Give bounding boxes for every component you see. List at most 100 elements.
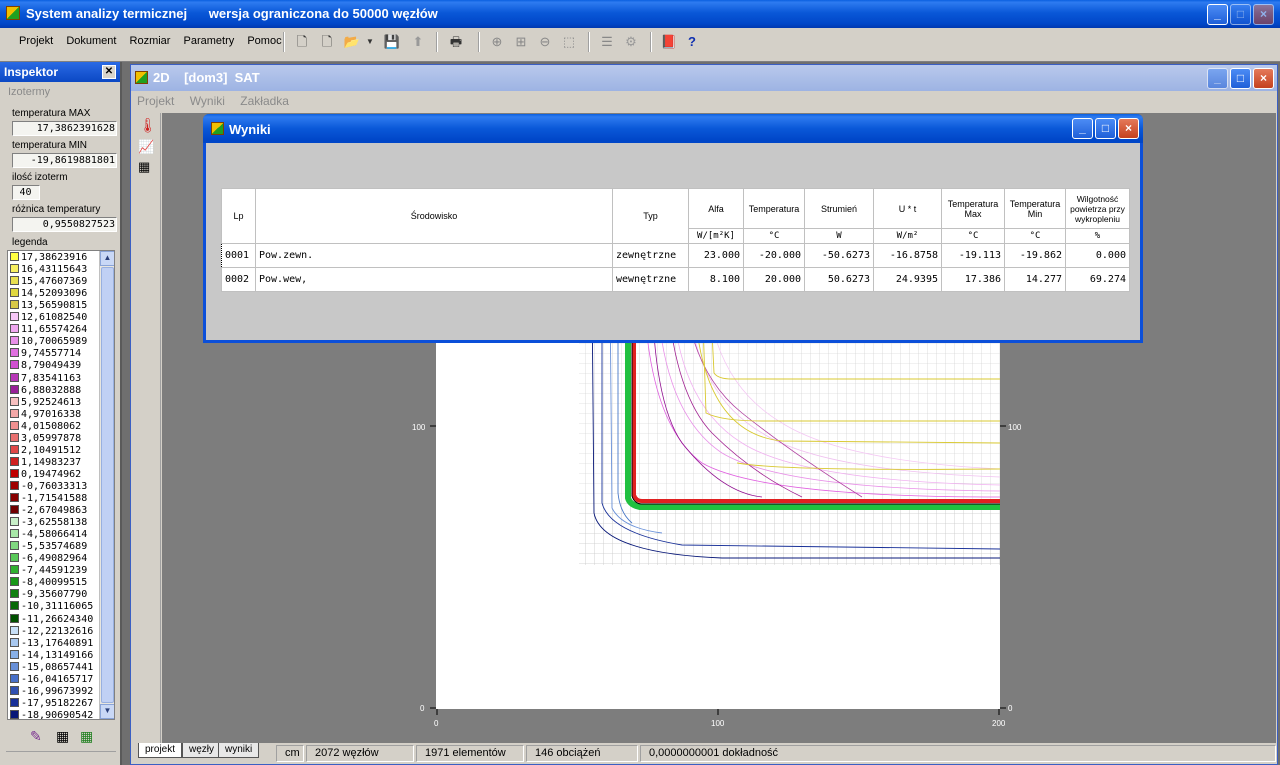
legend-item: -6,49082964	[10, 553, 87, 566]
legend-value: 12,61082540	[21, 312, 88, 324]
legend-item: -5,53574689	[10, 541, 87, 554]
zoom-out-icon[interactable]: ⊖	[535, 32, 555, 52]
legend-item: 12,61082540	[10, 312, 87, 325]
legend-item: -3,62558138	[10, 517, 87, 530]
status-loads: 146 obciążeń	[526, 745, 638, 762]
grid-color-icon[interactable]: ▦	[80, 728, 93, 745]
cell-lp[interactable]: 0002	[221, 267, 256, 292]
help-book-icon[interactable]: 📕	[659, 32, 679, 52]
list-icon[interactable]: ☰	[597, 32, 617, 52]
side-toolbar: 🌡 📈 ▦	[133, 113, 161, 743]
legend-value: 9,74557714	[21, 348, 82, 360]
menu-dokument[interactable]: Dokument	[66, 35, 116, 47]
toolbar-separator	[478, 32, 480, 52]
table-icon[interactable]: ▦	[138, 159, 150, 175]
document-icon	[135, 71, 148, 84]
legend-item: 5,92524613	[10, 396, 81, 410]
tab-wyniki[interactable]: wyniki	[218, 743, 260, 758]
new-2d-icon[interactable]: 🗋	[292, 32, 312, 52]
thermometer-icon[interactable]: 🌡	[139, 117, 157, 134]
chart-icon[interactable]: 📈	[138, 139, 154, 155]
inspector-close-button[interactable]: ✕	[102, 65, 116, 79]
scroll-thumb[interactable]	[101, 267, 114, 703]
cell-srodowisko[interactable]: Pow.zewn.	[255, 243, 613, 268]
export-icon[interactable]: ⬆	[408, 32, 428, 52]
cell-alfa[interactable]: 8.100	[688, 267, 744, 292]
unit-wilgotnosc: %	[1065, 228, 1130, 244]
scroll-up-icon[interactable]: ▲	[100, 251, 114, 266]
zoom-window-icon[interactable]: ⊞	[511, 32, 531, 52]
results-table: Lp Środowisko Typ Alfa Temperatura Strum…	[221, 188, 1130, 292]
save-icon[interactable]: 💾	[382, 32, 402, 52]
new-3d-icon[interactable]: 🗋	[317, 32, 337, 52]
wyniki-close-button[interactable]: ×	[1118, 118, 1139, 139]
cell-typ[interactable]: wewnętrzne	[612, 267, 689, 292]
legend-scrollbar[interactable]: ▲ ▼	[99, 251, 114, 719]
doc-maximize-button[interactable]: □	[1230, 68, 1251, 89]
status-units: cm	[276, 745, 304, 762]
main-minimize-button[interactable]: _	[1207, 4, 1228, 25]
zoom-in-icon[interactable]: ⊕	[487, 32, 507, 52]
col-temp-max: Temperatura Max	[941, 188, 1005, 229]
cell-strumien[interactable]: 50.6273	[804, 267, 874, 292]
cell-strumien[interactable]: -50.6273	[804, 243, 874, 268]
main-close-button[interactable]: ×	[1253, 4, 1274, 25]
col-wilgotnosc: Wilgotność powietrza przy wykropleniu	[1065, 188, 1130, 229]
grid-icon[interactable]: ▦	[56, 728, 69, 745]
cell-wilgotnosc[interactable]: 0.000	[1065, 243, 1130, 268]
doc-menu-wyniki[interactable]: Wyniki	[190, 94, 225, 108]
legend-item: 14,52093096	[10, 288, 87, 301]
menu-rozmiar[interactable]: Rozmiar	[130, 35, 171, 47]
menu-parametry[interactable]: Parametry	[184, 35, 235, 47]
doc-close-button[interactable]: ×	[1253, 68, 1274, 89]
legend-value: 4,97016338	[21, 408, 82, 420]
table-row[interactable]: 0001 Pow.zewn. zewnętrzne 23.000 -20.000…	[221, 243, 1130, 268]
cell-alfa[interactable]: 23.000	[688, 243, 744, 268]
doc-minimize-button[interactable]: _	[1207, 68, 1228, 89]
legend-value: -11,26624340	[21, 613, 94, 625]
wyniki-minimize-button[interactable]: _	[1072, 118, 1093, 139]
isotherm-count-field[interactable]: 40	[12, 185, 40, 200]
legend-item: 9,74557714	[10, 348, 81, 361]
main-maximize-button[interactable]: □	[1230, 4, 1251, 25]
doc-menu-projekt[interactable]: Projekt	[137, 94, 174, 108]
cell-wilgotnosc[interactable]: 69.274	[1065, 267, 1130, 292]
cell-typ[interactable]: zewnętrzne	[612, 243, 689, 268]
menu-pomoc[interactable]: Pomoc	[247, 35, 281, 47]
cell-ut[interactable]: 24.9395	[873, 267, 942, 292]
legend-swatch	[10, 577, 19, 587]
cell-temperatura[interactable]: -20.000	[743, 243, 805, 268]
legend-value: 4,01508062	[21, 420, 82, 432]
tab-projekt[interactable]: projekt	[138, 743, 183, 758]
table-row[interactable]: 0002 Pow.wew, wewnętrzne 8.100 20.000 50…	[221, 267, 1130, 292]
cell-temp-max[interactable]: -19.113	[941, 243, 1005, 268]
help-question-icon[interactable]: ?	[682, 32, 702, 52]
legend-value: 17,38623916	[21, 252, 88, 263]
open-folder-icon[interactable]: 📂	[342, 32, 362, 52]
wyniki-maximize-button[interactable]: □	[1095, 118, 1116, 139]
cell-srodowisko[interactable]: Pow.wew,	[255, 267, 613, 292]
legend-value: -13,17640891	[21, 637, 94, 649]
tab-wezly[interactable]: węzły	[182, 743, 222, 758]
settings-icon[interactable]: ⚙	[621, 32, 641, 52]
zoom-fit-icon[interactable]: ⬚	[559, 32, 579, 52]
print-icon[interactable]: 🖶	[446, 32, 466, 52]
temp-max-field[interactable]: 17,3862391628	[12, 121, 117, 136]
scroll-down-icon[interactable]: ▼	[100, 704, 114, 719]
menu-projekt[interactable]: Projekt	[19, 35, 53, 47]
doc-menu-zakladka[interactable]: Zakładka	[240, 94, 289, 108]
pen-icon[interactable]: ✎	[30, 728, 42, 745]
cell-ut[interactable]: -16.8758	[873, 243, 942, 268]
open-dropdown-icon[interactable]: ▼	[365, 32, 375, 52]
cell-temp-min[interactable]: 14.277	[1004, 267, 1066, 292]
cell-temp-max[interactable]: 17.386	[941, 267, 1005, 292]
menu-bar: Projekt Dokument Rozmiar Parametry Pomoc	[19, 35, 292, 47]
inspector-tab-izotermy[interactable]: Izotermy	[4, 84, 118, 102]
temp-diff-field[interactable]: 0,9550827523	[12, 217, 117, 232]
inspector-bottom-tools: ✎ ▦ ▦	[6, 726, 116, 750]
temp-min-field[interactable]: -19,8619881801	[12, 153, 117, 168]
cell-lp[interactable]: 0001	[221, 243, 256, 268]
cell-temperatura[interactable]: 20.000	[743, 267, 805, 292]
cell-temp-min[interactable]: -19.862	[1004, 243, 1066, 268]
legend-list[interactable]: 17,38623916 16,43115643 15,47607369 14,5209…	[7, 250, 115, 720]
